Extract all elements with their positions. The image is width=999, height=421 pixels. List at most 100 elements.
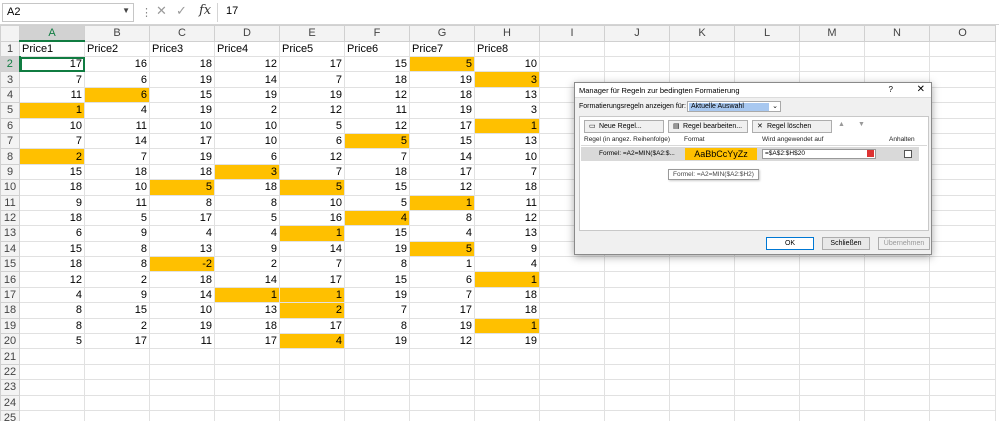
cell-g16[interactable]: 6: [409, 271, 475, 288]
cell-f11[interactable]: 5: [344, 194, 410, 211]
cell-a25[interactable]: [19, 409, 85, 421]
move-up-icon[interactable]: ▲: [838, 121, 845, 128]
cell-e22[interactable]: [279, 363, 345, 381]
cell-g2[interactable]: 5: [409, 55, 475, 73]
cell-o24[interactable]: [929, 394, 996, 411]
cell-e12[interactable]: 16: [279, 209, 345, 227]
row-header[interactable]: 15: [0, 256, 20, 273]
cell-d4[interactable]: 19: [214, 86, 280, 104]
cell-l20[interactable]: [734, 333, 800, 350]
cell-a1[interactable]: Price1: [19, 40, 85, 57]
cell-l15[interactable]: [734, 256, 800, 273]
row-header[interactable]: 10: [0, 179, 20, 196]
cell-b25[interactable]: [84, 409, 150, 421]
cell-a23[interactable]: [19, 379, 85, 396]
cell-o13[interactable]: [929, 225, 996, 242]
cell-c22[interactable]: [149, 363, 215, 381]
cancel-icon[interactable]: ✕: [156, 3, 167, 19]
cell-h21[interactable]: [474, 348, 540, 365]
cell-g10[interactable]: 12: [409, 179, 475, 196]
cell-o20[interactable]: [929, 333, 996, 350]
cell-c20[interactable]: 11: [149, 333, 215, 350]
formula-input[interactable]: 17: [226, 5, 238, 17]
cell-b24[interactable]: [84, 394, 150, 411]
cell-h12[interactable]: 12: [474, 209, 540, 227]
cell-h23[interactable]: [474, 379, 540, 396]
row-header[interactable]: 20: [0, 333, 20, 350]
cell-g22[interactable]: [409, 363, 475, 381]
cell-e23[interactable]: [279, 379, 345, 396]
cell-e7[interactable]: 6: [279, 132, 345, 150]
cell-h9[interactable]: 7: [474, 163, 540, 181]
cell-b8[interactable]: 7: [84, 148, 150, 165]
cell-e11[interactable]: 10: [279, 194, 345, 211]
cell-f17[interactable]: 19: [344, 286, 410, 304]
cell-g18[interactable]: 17: [409, 302, 475, 319]
cell-d19[interactable]: 18: [214, 317, 280, 335]
cell-g13[interactable]: 4: [409, 225, 475, 242]
cell-h24[interactable]: [474, 394, 540, 411]
cell-h17[interactable]: 18: [474, 286, 540, 304]
cell-c12[interactable]: 17: [149, 209, 215, 227]
cell-c11[interactable]: 8: [149, 194, 215, 211]
cell-f25[interactable]: [344, 409, 410, 421]
cell-b10[interactable]: 10: [84, 179, 150, 196]
cell-e3[interactable]: 7: [279, 71, 345, 88]
cell-j15[interactable]: [604, 256, 670, 273]
cell-a21[interactable]: [19, 348, 85, 365]
cell-e24[interactable]: [279, 394, 345, 411]
cell-o21[interactable]: [929, 348, 996, 365]
row-header[interactable]: 12: [0, 209, 20, 227]
cell-j18[interactable]: [604, 302, 670, 319]
row-header[interactable]: 4: [0, 86, 20, 104]
cell-a17[interactable]: 4: [19, 286, 85, 304]
cell-g1[interactable]: Price7: [409, 40, 475, 57]
cell-d15[interactable]: 2: [214, 256, 280, 273]
cell-d14[interactable]: 9: [214, 240, 280, 258]
cell-f21[interactable]: [344, 348, 410, 365]
stop-if-true-checkbox[interactable]: [904, 150, 912, 158]
cell-b3[interactable]: 6: [84, 71, 150, 88]
cell-e8[interactable]: 12: [279, 148, 345, 165]
close-icon[interactable]: ✕: [917, 84, 925, 95]
cell-a18[interactable]: 8: [19, 302, 85, 319]
cell-f18[interactable]: 7: [344, 302, 410, 319]
cell-k2[interactable]: [669, 55, 735, 73]
help-icon[interactable]: ?: [889, 85, 893, 94]
cell-k18[interactable]: [669, 302, 735, 319]
cell-e18[interactable]: 2: [279, 302, 345, 319]
cell-o12[interactable]: [929, 209, 996, 227]
cell-h11[interactable]: 11: [474, 194, 540, 211]
cell-n17[interactable]: [864, 286, 930, 304]
cell-j19[interactable]: [604, 317, 670, 335]
cell-j25[interactable]: [604, 409, 670, 421]
cell-d7[interactable]: 10: [214, 132, 280, 150]
ok-button[interactable]: OK: [766, 237, 814, 250]
cell-o1[interactable]: [929, 40, 996, 57]
cell-n23[interactable]: [864, 379, 930, 396]
cell-o3[interactable]: [929, 71, 996, 88]
row-header[interactable]: 14: [0, 240, 20, 258]
cell-m1[interactable]: [799, 40, 865, 57]
cell-a13[interactable]: 6: [19, 225, 85, 242]
cell-c24[interactable]: [149, 394, 215, 411]
cell-h2[interactable]: 10: [474, 55, 540, 73]
insert-function-icon[interactable]: fx: [199, 3, 211, 18]
cell-n21[interactable]: [864, 348, 930, 365]
cell-n16[interactable]: [864, 271, 930, 288]
cell-n25[interactable]: [864, 409, 930, 421]
cell-l21[interactable]: [734, 348, 800, 365]
cell-j2[interactable]: [604, 55, 670, 73]
cell-d3[interactable]: 14: [214, 71, 280, 88]
cell-j23[interactable]: [604, 379, 670, 396]
row-header[interactable]: 6: [0, 117, 20, 134]
column-header-g[interactable]: G: [409, 25, 475, 42]
rule-row[interactable]: Formel: =A2=MIN($A2:$... AaBbCcYyZz =$A$…: [581, 147, 919, 161]
cell-e17[interactable]: 1: [279, 286, 345, 304]
cell-h20[interactable]: 19: [474, 333, 540, 350]
cell-m23[interactable]: [799, 379, 865, 396]
cell-i23[interactable]: [539, 379, 605, 396]
cell-o16[interactable]: [929, 271, 996, 288]
row-header[interactable]: 2: [0, 55, 21, 73]
row-header[interactable]: 16: [0, 271, 20, 288]
